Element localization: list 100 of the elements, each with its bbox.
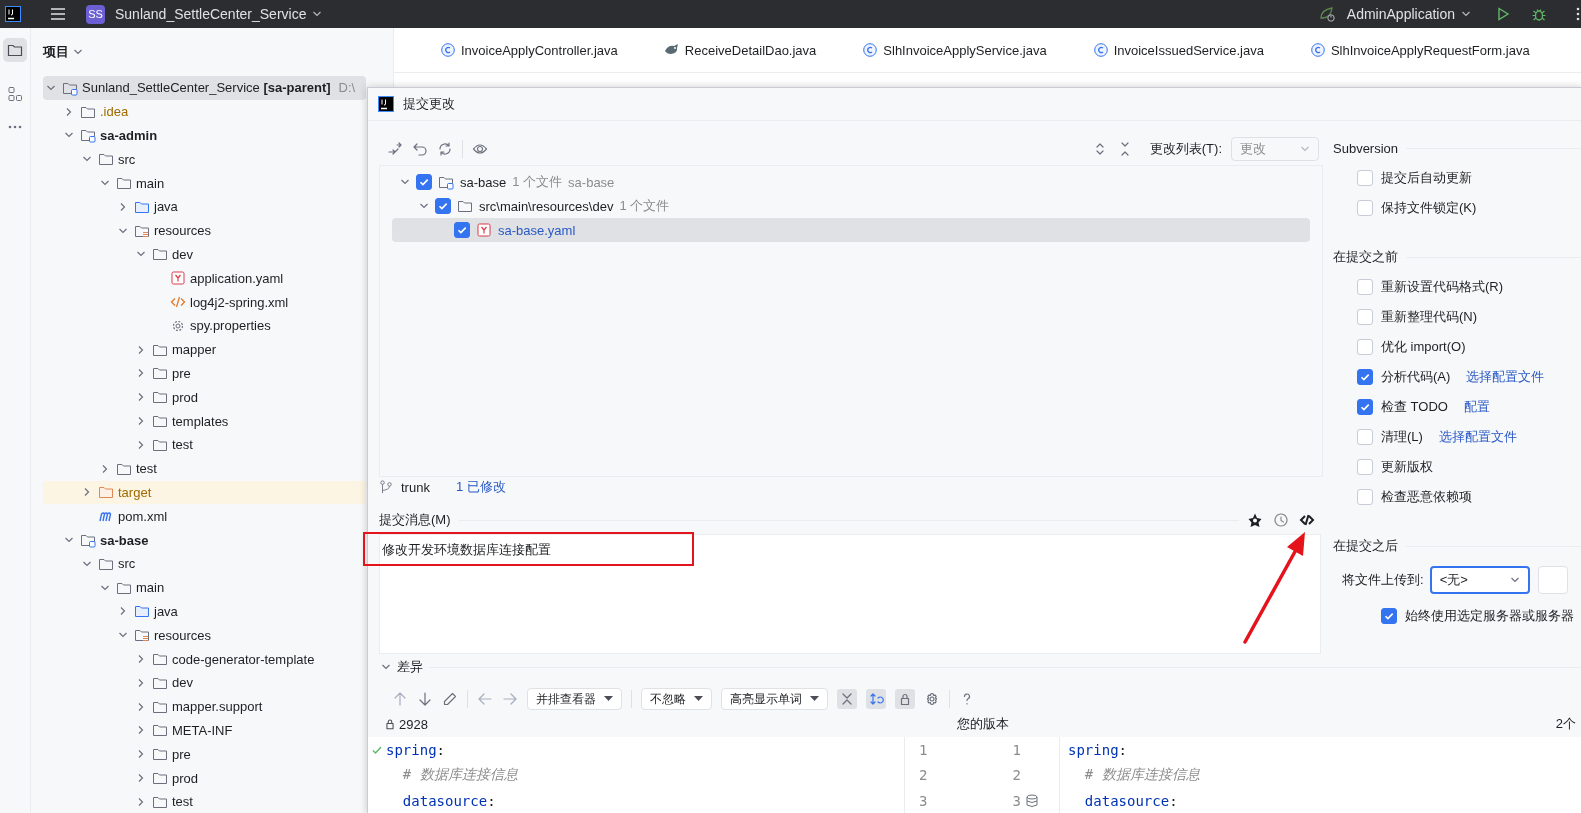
option-label[interactable]: 重新整理代码(N) <box>1381 308 1478 326</box>
code-icon[interactable] <box>1299 512 1315 528</box>
tree-item[interactable]: dev <box>43 670 366 695</box>
tree-item[interactable]: pom.xml <box>43 504 366 529</box>
arrow-left-icon[interactable] <box>477 691 493 707</box>
option-label[interactable]: 清理(L) <box>1381 428 1423 446</box>
tree-item[interactable]: pre <box>43 361 366 386</box>
tree-item[interactable]: mapper.support <box>43 694 366 719</box>
tree-item[interactable]: resources <box>43 218 366 243</box>
tree-item[interactable]: code-generator-template <box>43 647 366 671</box>
option-label[interactable]: 提交后自动更新 <box>1381 169 1472 187</box>
tree-item[interactable]: test <box>43 456 366 481</box>
checkbox[interactable] <box>435 198 451 214</box>
chevron-right-icon[interactable] <box>136 368 146 379</box>
undo-icon[interactable] <box>412 141 428 157</box>
tree-item[interactable]: application.yaml <box>43 266 366 291</box>
tree-item[interactable]: java <box>43 195 366 219</box>
checkbox[interactable] <box>1357 399 1373 415</box>
tree-item[interactable]: Sunland_SettleCenter_Service [sa-parent] D:\ <box>43 76 366 100</box>
chevron-down-icon[interactable] <box>381 662 391 672</box>
checkbox[interactable] <box>1357 339 1373 355</box>
chevron-down-icon[interactable] <box>400 177 410 187</box>
chevron-right-icon[interactable] <box>100 463 110 474</box>
modified-link[interactable]: 1 已修改 <box>455 478 506 496</box>
run-config-selector[interactable]: AdminApplication <box>1342 4 1475 24</box>
tree-item[interactable]: templates <box>43 409 366 433</box>
edit-icon[interactable] <box>442 691 458 707</box>
option-label[interactable]: 检查恶意依赖项 <box>1381 488 1472 506</box>
editor-tab[interactable]: ReceiveDetailDao.java <box>663 28 817 72</box>
app-logo-icon[interactable] <box>5 6 21 22</box>
viewer-dropdown[interactable]: 并排查看器 <box>527 688 622 710</box>
editor-tab[interactable]: InvoiceApplyController.java <box>440 28 618 72</box>
checkbox[interactable] <box>1357 369 1373 385</box>
tree-item[interactable]: sa-base <box>43 528 366 552</box>
checkbox[interactable] <box>454 222 470 238</box>
tree-item[interactable]: log4j2-spring.xml <box>43 290 366 314</box>
option-label[interactable]: 分析代码(A) <box>1381 368 1451 386</box>
change-item[interactable]: sa-base.yaml <box>392 218 1310 242</box>
checkbox[interactable] <box>1357 489 1373 505</box>
chevron-right-icon[interactable] <box>136 344 146 355</box>
option-label[interactable]: 更新版权 <box>1381 458 1433 476</box>
structure-icon[interactable] <box>7 86 23 102</box>
tree-item[interactable]: sa-admin <box>43 123 366 148</box>
chevron-right-icon[interactable] <box>136 677 146 688</box>
tree-item[interactable]: pre <box>43 742 366 767</box>
editor-tab[interactable]: SlhInvoiceApplyRequestForm.java <box>1309 28 1530 72</box>
tree-item[interactable]: spy.properties <box>43 313 366 338</box>
arrow-down-icon[interactable] <box>417 691 433 707</box>
panel-title[interactable]: 项目 <box>43 43 69 61</box>
chevron-right-icon[interactable] <box>136 725 146 736</box>
tree-item[interactable]: main <box>43 575 366 600</box>
checkbox[interactable] <box>1357 309 1373 325</box>
tree-item[interactable]: .idea <box>43 99 366 124</box>
chevron-right-icon[interactable] <box>136 701 146 712</box>
eye-icon[interactable] <box>472 141 488 157</box>
arrow-right-icon[interactable] <box>502 691 518 707</box>
arrow-up-icon[interactable] <box>392 691 408 707</box>
merge-arrows-icon[interactable] <box>387 141 403 157</box>
database-icon[interactable] <box>1025 793 1039 808</box>
chevron-down-icon[interactable] <box>73 47 83 57</box>
chevron-down-icon[interactable] <box>419 201 429 211</box>
tree-item[interactable]: resources <box>43 623 366 648</box>
checkbox[interactable] <box>1357 429 1373 445</box>
chevron-right-icon[interactable] <box>136 773 146 783</box>
run-icon[interactable] <box>1495 6 1511 22</box>
checkbox[interactable] <box>1381 608 1397 624</box>
tree-item[interactable]: prod <box>43 385 366 410</box>
chevron-right-icon[interactable] <box>136 796 146 807</box>
settings-icon[interactable] <box>924 691 940 707</box>
checkbox[interactable] <box>1357 200 1373 216</box>
option-label[interactable]: 保持文件锁定(K) <box>1381 199 1477 217</box>
more-icon[interactable] <box>1575 6 1581 22</box>
editor-tab[interactable]: InvoiceIssuedService.java <box>1092 28 1264 72</box>
chevron-right-icon[interactable] <box>118 201 128 212</box>
option-label[interactable]: 优化 import(O) <box>1381 338 1466 356</box>
debug-icon[interactable] <box>1531 6 1547 22</box>
project-tool-button[interactable] <box>3 38 27 62</box>
tree-item[interactable]: target <box>43 480 366 505</box>
chevron-right-icon[interactable] <box>136 392 146 403</box>
checkbox[interactable] <box>1357 170 1373 186</box>
tree-item[interactable]: main <box>43 171 366 195</box>
option-label[interactable]: 始终使用选定服务器或服务器 <box>1405 607 1574 625</box>
checkbox[interactable] <box>1357 279 1373 295</box>
option-label[interactable]: 重新设置代码格式(R) <box>1381 278 1504 296</box>
tree-item[interactable]: test <box>43 432 366 457</box>
chevron-right-icon[interactable] <box>136 654 146 664</box>
server-dropdown[interactable]: <无> <box>1429 566 1530 594</box>
tree-item[interactable]: java <box>43 599 366 624</box>
more-icon[interactable] <box>7 124 23 130</box>
chevron-right-icon[interactable] <box>136 749 146 760</box>
editor-tab[interactable]: SlhInvoiceApplyService.java <box>862 28 1047 72</box>
ignore-dropdown[interactable]: 不忽略 <box>641 688 712 710</box>
change-item[interactable]: sa-base 1 个文件 sa-base <box>392 170 1310 194</box>
checkbox[interactable] <box>1357 459 1373 475</box>
refresh-icon[interactable] <box>437 141 453 157</box>
chevron-right-icon[interactable] <box>136 439 146 450</box>
clock-icon[interactable] <box>1273 512 1289 528</box>
tree-item[interactable]: test <box>43 789 366 813</box>
commit-message-field[interactable]: 修改开发环境数据库连接配置 <box>379 534 1321 654</box>
tree-item[interactable]: dev <box>43 242 366 267</box>
